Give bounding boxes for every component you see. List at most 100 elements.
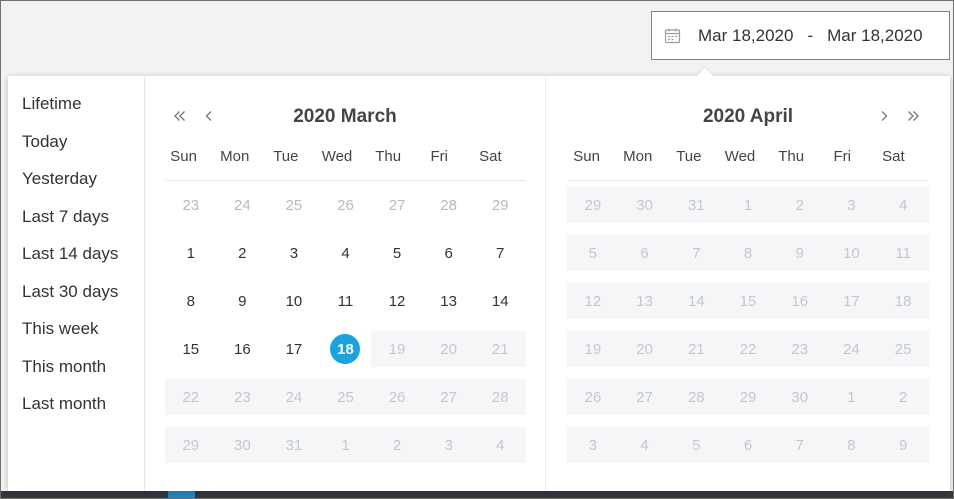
day-cell[interactable]: 15 [165, 325, 217, 373]
shortcut-item[interactable]: Last month [8, 385, 144, 423]
day-cell: 31 [268, 421, 320, 469]
shortcut-item[interactable]: This month [8, 348, 144, 386]
weekday-label: Tue [676, 148, 702, 165]
day-cell: 1 [722, 181, 774, 229]
day-number: 17 [843, 292, 860, 310]
shortcut-item[interactable]: Last 14 days [8, 235, 144, 273]
day-number: 11 [895, 244, 911, 262]
day-number: 4 [341, 244, 350, 262]
day-cell: 26 [567, 373, 619, 421]
day-cell[interactable]: 4 [320, 229, 372, 277]
day-number: 29 [739, 388, 757, 406]
day-number: 10 [843, 244, 860, 262]
day-number: 29 [182, 436, 200, 454]
weekday-label: Tue [273, 148, 299, 165]
day-number: 5 [588, 244, 598, 262]
shortcut-item[interactable]: Today [8, 123, 144, 161]
day-cell[interactable]: 18 [320, 325, 372, 373]
day-number: 3 [289, 244, 299, 262]
day-number: 1 [743, 196, 753, 214]
day-cell[interactable]: 11 [320, 277, 372, 325]
day-cell[interactable]: 1 [165, 229, 217, 277]
day-cell[interactable]: 24 [217, 181, 269, 229]
day-number: 28 [440, 196, 457, 214]
start-date-input[interactable]: Mar 18,2020 [698, 26, 793, 46]
day-number: 5 [392, 244, 402, 262]
day-cell: 13 [618, 277, 671, 325]
day-cell: 30 [773, 373, 826, 421]
day-cell[interactable]: 3 [268, 229, 320, 277]
day-cell: 25 [319, 373, 372, 421]
day-number: 26 [337, 196, 354, 214]
day-cell: 5 [567, 229, 619, 277]
day-number: 9 [238, 292, 247, 310]
shortcut-item[interactable]: Yesterday [8, 160, 144, 198]
day-cell[interactable]: 6 [423, 229, 475, 277]
end-date-input[interactable]: Mar 18,2020 [827, 26, 922, 46]
day-cell[interactable]: 27 [371, 181, 423, 229]
day-number: 9 [898, 436, 908, 454]
day-cell: 8 [722, 229, 774, 277]
day-cell: 31 [670, 181, 722, 229]
day-cell[interactable]: 28 [423, 181, 475, 229]
day-cell: 23 [773, 325, 826, 373]
date-range-input[interactable]: Mar 18,2020 - Mar 18,2020 [651, 11, 950, 60]
day-cell[interactable]: 23 [165, 181, 217, 229]
day-cell: 8 [825, 421, 878, 469]
day-cell[interactable]: 5 [371, 229, 423, 277]
day-cell[interactable]: 25 [268, 181, 320, 229]
day-cell[interactable]: 10 [268, 277, 320, 325]
day-number: 25 [337, 388, 354, 406]
day-cell[interactable]: 26 [320, 181, 372, 229]
day-number: 6 [640, 244, 649, 262]
day-number: 26 [388, 388, 406, 406]
day-number: 21 [687, 340, 705, 358]
day-number: 16 [791, 292, 809, 310]
day-cell[interactable]: 13 [423, 277, 475, 325]
bottom-tab[interactable] [168, 491, 195, 498]
day-number: 21 [491, 340, 509, 358]
shortcut-item[interactable]: Last 7 days [8, 198, 144, 236]
day-cell[interactable]: 8 [165, 277, 217, 325]
day-cell[interactable]: 12 [371, 277, 423, 325]
day-number: 2 [795, 196, 804, 214]
day-number: 31 [285, 436, 303, 454]
day-cell: 26 [371, 373, 423, 421]
weekday-label: Fri [430, 148, 449, 165]
day-number: 23 [234, 388, 251, 406]
day-cell[interactable]: 7 [474, 229, 526, 277]
day-number: 30 [234, 436, 251, 454]
day-number: 30 [636, 196, 653, 214]
day-number: 4 [898, 196, 908, 214]
day-number: 2 [392, 436, 402, 454]
day-number: 10 [285, 292, 303, 310]
day-number: 29 [491, 196, 509, 214]
weekday-label: Mon [220, 148, 250, 165]
shortcut-item[interactable]: Lifetime [8, 85, 144, 123]
shortcut-item[interactable]: Last 30 days [8, 273, 144, 311]
day-cell[interactable]: 14 [474, 277, 526, 325]
calendar-march: 2020 March Sun Mon Tue Wed Thu Fri Sat 23 24 25 2… [145, 76, 546, 491]
day-cell: 23 [216, 373, 269, 421]
day-cell[interactable]: 2 [217, 229, 269, 277]
day-cell: 18 [877, 277, 929, 325]
day-cell: 22 [722, 325, 774, 373]
range-separator: - [807, 25, 814, 45]
day-number: 3 [444, 436, 453, 454]
day-number: 4 [640, 436, 649, 454]
day-number: 30 [791, 388, 809, 406]
weekday-label: Fri [833, 148, 852, 165]
day-number: 7 [496, 244, 505, 262]
shortcut-item[interactable]: This week [8, 310, 144, 348]
day-cell[interactable]: 16 [217, 325, 269, 373]
day-cell: 3 [567, 421, 619, 469]
day-cell: 29 [567, 181, 619, 229]
day-cell[interactable]: 29 [474, 181, 526, 229]
day-number: 13 [636, 292, 653, 310]
day-cell[interactable]: 17 [268, 325, 320, 373]
day-number: 25 [894, 340, 912, 358]
day-cell: 11 [877, 229, 929, 277]
day-cell[interactable]: 9 [217, 277, 269, 325]
day-cell: 12 [567, 277, 619, 325]
day-number: 1 [186, 244, 195, 262]
